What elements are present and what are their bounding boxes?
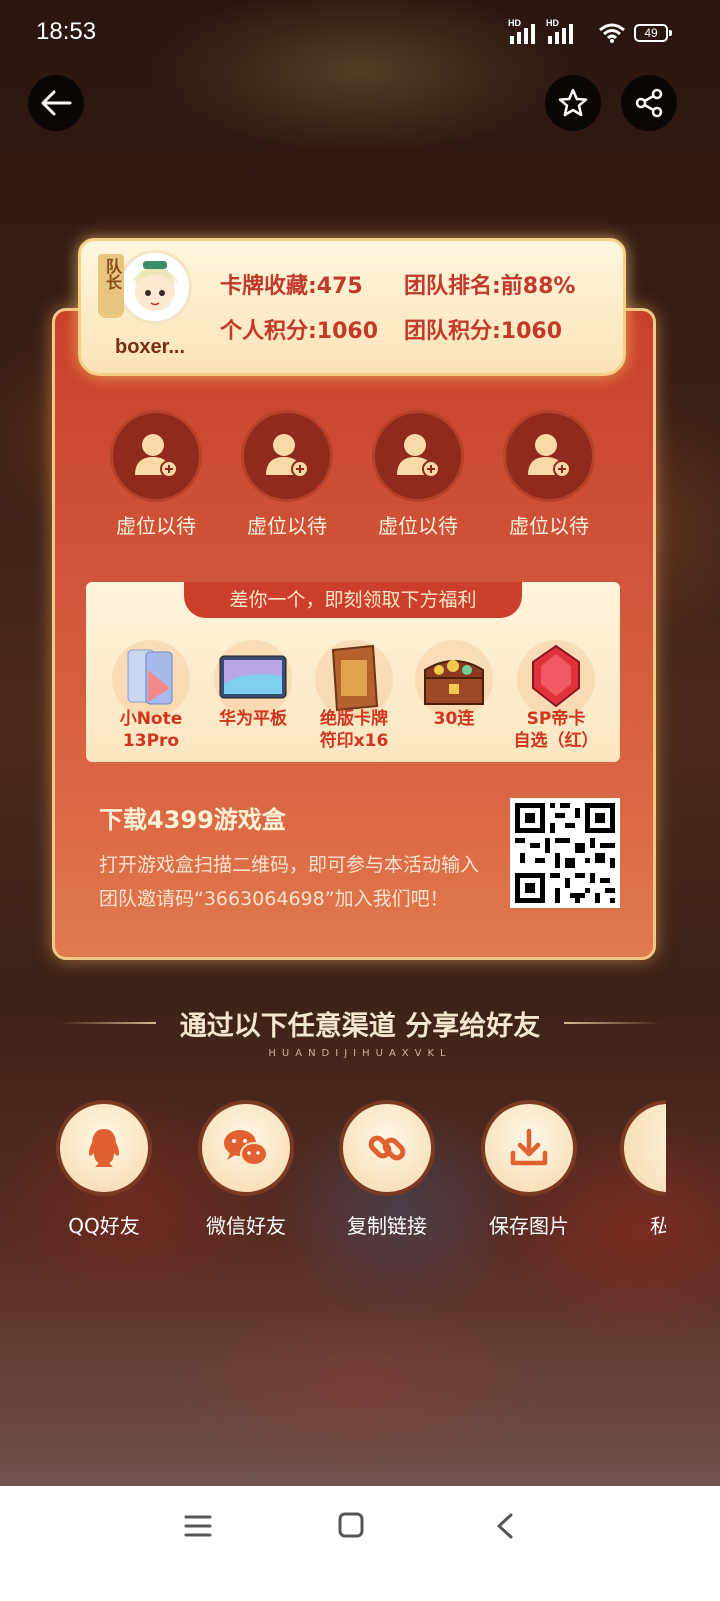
reward-label-line1: 绝版卡牌 <box>320 709 388 729</box>
share-qq-button[interactable]: QQ好友 <box>54 1100 154 1239</box>
slot-circle <box>372 410 464 502</box>
signal-icon-2 <box>548 22 573 44</box>
system-navigation-bar <box>0 1486 720 1601</box>
team-slot[interactable]: 虚位以待 <box>110 410 202 539</box>
slot-circle <box>241 410 333 502</box>
share-icon-circle <box>339 1100 435 1196</box>
share-label: 私 <box>650 1214 666 1238</box>
reward-item: 绝版卡牌 符印x16 <box>304 640 404 752</box>
rewards-banner: 差你一个，即刻领取下方福利 <box>184 582 522 618</box>
reward-item: 华为平板 <box>203 640 303 730</box>
share-message-button[interactable]: 私 <box>620 1100 666 1239</box>
favorite-button[interactable] <box>545 75 601 131</box>
slot-circle <box>110 410 202 502</box>
signal-icon <box>510 22 535 44</box>
qr-code <box>510 798 620 908</box>
share-button[interactable] <box>621 75 677 131</box>
star-icon <box>558 88 588 117</box>
reward-label: SP帝卡 自选（红） <box>506 708 606 752</box>
arrow-left-icon <box>41 90 72 116</box>
download-icon <box>510 1128 548 1166</box>
share-label: QQ好友 <box>68 1214 140 1238</box>
share-label: 保存图片 <box>489 1214 569 1238</box>
card-collection-stat: 卡牌收藏:475 <box>220 274 363 299</box>
clock: 18:53 <box>36 18 97 45</box>
battery-indicator: 49 <box>634 24 672 42</box>
reward-label-line1: 小Note <box>119 709 183 729</box>
reward-label: 小Note 13Pro <box>101 708 201 752</box>
qq-icon <box>89 1129 119 1167</box>
back-nav-icon[interactable] <box>494 1512 516 1540</box>
reward-label-line1: 30连 <box>433 709 475 729</box>
reward-label-line1: SP帝卡 <box>526 709 586 729</box>
share-wechat-button[interactable]: 微信好友 <box>196 1100 296 1239</box>
reward-image <box>112 640 190 718</box>
team-points-stat: 团队积分:1060 <box>404 319 563 344</box>
status-bar: 18:53 HD HD 49 <box>0 0 720 66</box>
reward-image <box>517 640 595 718</box>
username: boxer... <box>115 336 186 358</box>
menu-icon[interactable] <box>184 1514 212 1538</box>
reward-item: 小Note 13Pro <box>101 640 201 752</box>
add-member-icon <box>266 434 309 478</box>
reward-label: 华为平板 <box>203 708 303 730</box>
wechat-icon <box>224 1130 268 1166</box>
card-pack-icon <box>331 644 379 712</box>
share-title: 通过以下任意渠道 分享给好友 <box>179 1011 541 1042</box>
share-icon-circle <box>198 1100 294 1196</box>
home-icon[interactable] <box>338 1512 364 1538</box>
slot-label: 虚位以待 <box>247 514 327 538</box>
reward-label: 绝版卡牌 符印x16 <box>304 708 404 752</box>
reward-image <box>415 640 493 718</box>
reward-item: 30连 <box>404 640 504 730</box>
personal-points-stat: 个人积分:1060 <box>220 319 379 344</box>
share-label: 微信好友 <box>206 1214 286 1238</box>
leader-tag: 队长 <box>98 254 124 318</box>
treasure-chest-icon <box>424 660 484 705</box>
download-title: 下载4399游戏盒 <box>99 806 286 834</box>
reward-label-line2: 13Pro <box>122 731 180 751</box>
share-icon-circle <box>56 1100 152 1196</box>
leader-tag-text: 队长 <box>103 258 122 290</box>
leader-avatar[interactable] <box>118 250 192 324</box>
link-icon <box>368 1135 406 1161</box>
slot-label: 虚位以待 <box>509 514 589 538</box>
reward-image <box>214 640 292 718</box>
share-icon-circle <box>481 1100 577 1196</box>
tablet-icon <box>219 655 287 699</box>
avatar-image <box>133 261 177 311</box>
reward-label-line2: 符印x16 <box>319 731 389 751</box>
reward-label-line1: 华为平板 <box>219 709 287 729</box>
slot-label: 虚位以待 <box>378 514 458 538</box>
reward-label-line2: 自选（红） <box>513 731 599 751</box>
add-member-icon <box>528 434 571 478</box>
slot-label: 虚位以待 <box>116 514 196 538</box>
team-slot[interactable]: 虚位以待 <box>241 410 333 539</box>
share-icon-circle <box>620 1100 666 1196</box>
reward-item: SP帝卡 自选（红） <box>506 640 606 752</box>
add-member-icon <box>135 434 178 478</box>
share-label: 复制链接 <box>347 1214 427 1238</box>
slot-circle <box>503 410 595 502</box>
share-subtitle: HUANDIJIHUAXVKL <box>268 1048 452 1059</box>
team-slot[interactable]: 虚位以待 <box>503 410 595 539</box>
reward-label: 30连 <box>404 708 504 730</box>
red-gem-icon <box>532 644 580 708</box>
share-icon <box>635 88 663 118</box>
phone-icon <box>127 649 173 705</box>
qr-code-image <box>510 798 620 908</box>
copy-link-button[interactable]: 复制链接 <box>337 1100 437 1239</box>
add-member-icon <box>397 434 440 478</box>
team-slot[interactable]: 虚位以待 <box>372 410 464 539</box>
back-button[interactable] <box>28 75 84 131</box>
reward-image <box>315 640 393 718</box>
team-rank-stat: 团队排名:前88% <box>404 274 576 299</box>
download-description: 打开游戏盒扫描二维码，即可参与本活动输入团队邀请码“3663064698”加入我… <box>99 854 480 910</box>
save-image-button[interactable]: 保存图片 <box>479 1100 579 1239</box>
wifi-icon <box>599 23 625 43</box>
